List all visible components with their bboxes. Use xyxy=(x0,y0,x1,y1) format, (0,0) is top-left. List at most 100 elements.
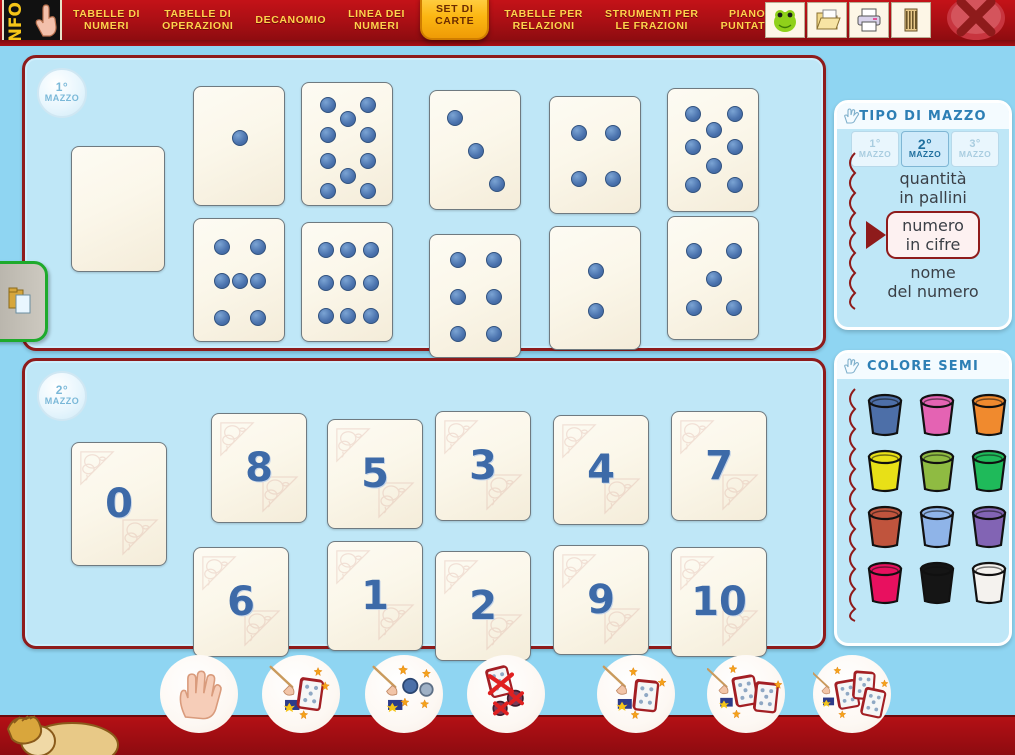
dot-card-7[interactable] xyxy=(193,218,285,342)
option-nome-del-numero[interactable]: nome del numero xyxy=(879,261,986,303)
number-card-9[interactable]: 9 xyxy=(553,545,649,655)
dot-card-5[interactable] xyxy=(667,216,759,340)
card-dot xyxy=(250,309,266,326)
card-dot xyxy=(450,325,466,342)
color-swatch-orange[interactable] xyxy=(967,391,1011,437)
number-card-7[interactable]: 7 xyxy=(671,411,767,521)
card-dot xyxy=(317,241,334,258)
wand-dots-tool[interactable] xyxy=(365,655,443,733)
side-flap-button[interactable] xyxy=(0,261,48,342)
deck-2-badge: 2° MAZZO xyxy=(37,371,87,421)
menu-item-linea-dei-numeri[interactable]: LINEA DEI NUMERI xyxy=(337,0,416,40)
mazzo-tab-2[interactable]: 2° MAZZO xyxy=(901,131,949,167)
card-dot xyxy=(359,183,376,200)
close-button[interactable] xyxy=(945,0,1007,46)
number-card-value: 5 xyxy=(361,451,389,497)
paint-pot-icon xyxy=(867,449,903,493)
frog-icon xyxy=(774,10,796,32)
dot-card-1[interactable] xyxy=(193,86,285,206)
paint-pot-icon xyxy=(971,393,1007,437)
dot-card-8[interactable] xyxy=(667,88,759,212)
dot-card-2[interactable] xyxy=(549,226,641,350)
mazzo-tab-1-label: MAZZO xyxy=(858,149,892,159)
deck-1-label: MAZZO xyxy=(44,93,80,103)
number-card-8[interactable]: 8 xyxy=(211,413,307,523)
filmstrip-icon xyxy=(904,8,918,32)
drag-hand-icon[interactable] xyxy=(843,358,861,374)
color-swatch-yellow[interactable] xyxy=(863,447,907,493)
wand-deck-2-tool[interactable] xyxy=(707,655,785,733)
deck-panel-2[interactable]: 2° MAZZO 0 8 5 3 4 7 6 1 2 9 10 xyxy=(22,358,826,661)
color-swatch-magenta[interactable] xyxy=(863,559,907,605)
wand-card-tool[interactable] xyxy=(262,655,340,733)
menu-item-decanomio[interactable]: DECANOMIO xyxy=(244,0,337,40)
paint-pot-icon xyxy=(867,393,903,437)
number-card-6[interactable]: 6 xyxy=(193,547,289,657)
drag-hand-icon[interactable] xyxy=(843,108,861,124)
color-swatch-purple[interactable] xyxy=(967,503,1011,549)
color-swatch-black[interactable] xyxy=(915,559,959,605)
option-line1: quantità xyxy=(899,169,967,188)
color-swatch-light-blue[interactable] xyxy=(915,503,959,549)
erase-tool[interactable] xyxy=(467,655,545,733)
mascot-button[interactable] xyxy=(765,2,805,38)
main-menu: TABELLE DI NUMERI TABELLE DI OPERAZIONI … xyxy=(62,0,785,40)
number-card-3[interactable]: 3 xyxy=(435,411,531,521)
dot-card-9[interactable] xyxy=(301,222,393,342)
menu-item-tabelle-di-numeri[interactable]: TABELLE DI NUMERI xyxy=(62,0,151,40)
number-card-4[interactable]: 4 xyxy=(553,415,649,525)
card-dot xyxy=(359,96,376,113)
color-swatch-green[interactable] xyxy=(967,447,1011,493)
print-button[interactable] xyxy=(849,2,889,38)
wand-deck-3-tool[interactable] xyxy=(813,655,891,733)
card-dot xyxy=(486,289,502,305)
wand-deck-1-tool[interactable] xyxy=(597,655,675,733)
panel-tipo-di-mazzo[interactable]: TIPO DI MAZZO 1° MAZZO 2° MAZZO 3° MAZZO… xyxy=(834,100,1012,330)
number-card-1[interactable]: 1 xyxy=(327,541,423,651)
bottom-toolbar xyxy=(0,643,1015,733)
option-line1: nome xyxy=(910,263,956,282)
menu-item-set-di-carte[interactable]: SET DI CARTE xyxy=(420,0,490,40)
color-swatch-blue[interactable] xyxy=(863,391,907,437)
card-dot xyxy=(726,177,743,194)
menu-label: STRUMENTI PER LE FRAZIONI xyxy=(605,8,699,32)
card-dot xyxy=(725,242,742,259)
paint-pot-icon xyxy=(971,505,1007,549)
files-button[interactable] xyxy=(807,2,847,38)
menu-item-tabelle-per-relazioni[interactable]: TABELLE PER RELAZIONI xyxy=(493,0,594,40)
mazzo-tab-3[interactable]: 3° MAZZO xyxy=(951,131,999,167)
panel-tipo-di-mazzo-title: TIPO DI MAZZO xyxy=(859,108,987,124)
dot-card-10[interactable] xyxy=(301,82,393,206)
hand-tool[interactable] xyxy=(160,655,238,733)
panel-colore-semi[interactable]: COLORE SEMI xyxy=(834,350,1012,646)
wand-dots-icon xyxy=(372,664,434,713)
number-card-value: 9 xyxy=(587,577,615,623)
number-card-5[interactable]: 5 xyxy=(327,419,423,529)
panel-colore-semi-header: COLORE SEMI xyxy=(837,353,1009,379)
menu-item-strumenti-per-le-frazioni[interactable]: STRUMENTI PER LE FRAZIONI xyxy=(594,0,710,40)
mascot-character-icon xyxy=(6,715,119,755)
color-swatch-brick-red[interactable] xyxy=(863,503,907,549)
card-dot xyxy=(447,109,464,126)
option-quantita-in-pallini[interactable]: quantità in pallini xyxy=(891,167,975,209)
color-swatch-white[interactable] xyxy=(967,559,1011,605)
close-x-icon xyxy=(947,0,1005,40)
color-swatch-olive-green[interactable] xyxy=(915,447,959,493)
dot-card-6[interactable] xyxy=(429,234,521,358)
card-dot xyxy=(726,106,743,123)
number-card-10[interactable]: 10 xyxy=(671,547,767,657)
card-dot xyxy=(232,273,248,289)
filmstrip-button[interactable] xyxy=(891,2,931,38)
dot-card-3[interactable] xyxy=(429,90,521,210)
menu-item-tabelle-di-operazioni[interactable]: TABELLE DI OPERAZIONI xyxy=(151,0,244,40)
deck-1-placeholder-card[interactable] xyxy=(71,146,165,272)
card-dot xyxy=(685,177,702,194)
deck-1-badge: 1° MAZZO xyxy=(37,68,87,118)
dot-card-4[interactable] xyxy=(549,96,641,214)
deck-panel-1[interactable]: 1° MAZZO xyxy=(22,55,826,358)
info-badge[interactable]: INFO xyxy=(2,0,62,42)
mazzo-tabs: 1° MAZZO 2° MAZZO 3° MAZZO xyxy=(851,131,1001,167)
number-card-0[interactable]: 0 xyxy=(71,442,167,566)
option-numero-in-cifre[interactable]: numero in cifre xyxy=(866,211,980,259)
color-swatch-pink[interactable] xyxy=(915,391,959,437)
